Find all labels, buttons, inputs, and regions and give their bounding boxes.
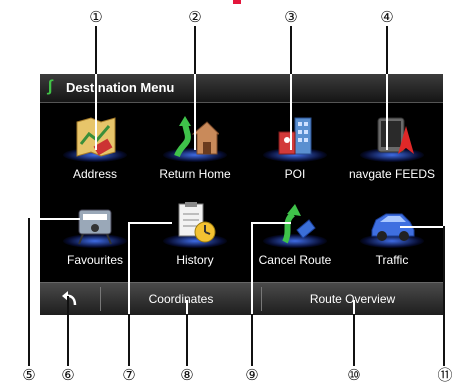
callout-4: ④ xyxy=(380,8,394,26)
poi-button[interactable]: POI xyxy=(246,108,344,194)
poi-building-icon xyxy=(278,117,312,155)
bottom-bar: Coordinates Route Overview xyxy=(40,282,443,315)
history-icon xyxy=(178,202,216,243)
leader-line xyxy=(251,222,253,314)
leader-line xyxy=(290,26,292,74)
leader-line xyxy=(67,296,69,366)
return-home-label: Return Home xyxy=(159,167,231,181)
favourites-label: Favourites xyxy=(66,253,124,267)
title-bar: ∫ Destination Menu xyxy=(40,74,443,103)
back-button[interactable] xyxy=(40,283,100,315)
leader-line xyxy=(353,314,355,366)
screen-title: Destination Menu xyxy=(66,80,175,95)
traffic-button[interactable]: Traffic xyxy=(343,194,441,280)
cancel-route-button[interactable]: Cancel Route xyxy=(246,194,344,280)
leader-line xyxy=(194,74,196,150)
navgate-feeds-button[interactable]: navgate FEEDS xyxy=(343,108,441,194)
coordinates-button[interactable]: Coordinates xyxy=(101,283,261,315)
leader-line xyxy=(128,222,130,314)
callout-10: ⑩ xyxy=(347,366,361,384)
leader-line xyxy=(386,26,388,74)
leader-line xyxy=(194,26,196,74)
leader-line xyxy=(186,300,188,314)
poi-label: POI xyxy=(284,167,306,181)
favourites-icon xyxy=(78,209,112,245)
back-arrow-icon xyxy=(62,291,77,306)
history-label: History xyxy=(176,253,214,267)
top-marker xyxy=(233,0,241,4)
callout-8: ⑧ xyxy=(180,366,194,384)
history-button[interactable]: History xyxy=(146,194,244,280)
leader-line xyxy=(95,74,97,150)
leader-line xyxy=(443,226,445,366)
cancel-route-label: Cancel Route xyxy=(258,253,332,267)
address-label: Address xyxy=(72,167,118,181)
leader-line xyxy=(251,314,253,366)
leader-line xyxy=(400,226,443,228)
navgate-feeds-label: navgate FEEDS xyxy=(348,167,436,181)
leader-line xyxy=(128,314,130,366)
callout-2: ② xyxy=(188,8,202,26)
route-icon: ∫ xyxy=(48,78,53,95)
leader-line xyxy=(353,300,355,314)
callout-7: ⑦ xyxy=(122,366,136,384)
callout-6: ⑥ xyxy=(61,366,75,384)
leader-line xyxy=(386,74,388,150)
callout-11: ⑪ xyxy=(437,366,453,384)
destination-menu-screen: ∫ Destination Menu Address Return Home P… xyxy=(40,74,443,315)
callout-3: ③ xyxy=(284,8,298,26)
leader-line xyxy=(290,74,292,150)
leader-line xyxy=(128,222,172,224)
leader-line xyxy=(95,26,97,74)
traffic-label: Traffic xyxy=(375,253,409,267)
traffic-car-icon xyxy=(371,213,415,241)
callout-9: ⑨ xyxy=(245,366,259,384)
leader-line xyxy=(28,218,30,366)
callout-5: ⑤ xyxy=(22,366,36,384)
navgate-feeds-icon xyxy=(377,117,414,154)
leader-line xyxy=(251,222,291,224)
leader-line xyxy=(28,218,80,220)
callout-1: ① xyxy=(89,8,103,26)
leader-line xyxy=(186,314,188,366)
